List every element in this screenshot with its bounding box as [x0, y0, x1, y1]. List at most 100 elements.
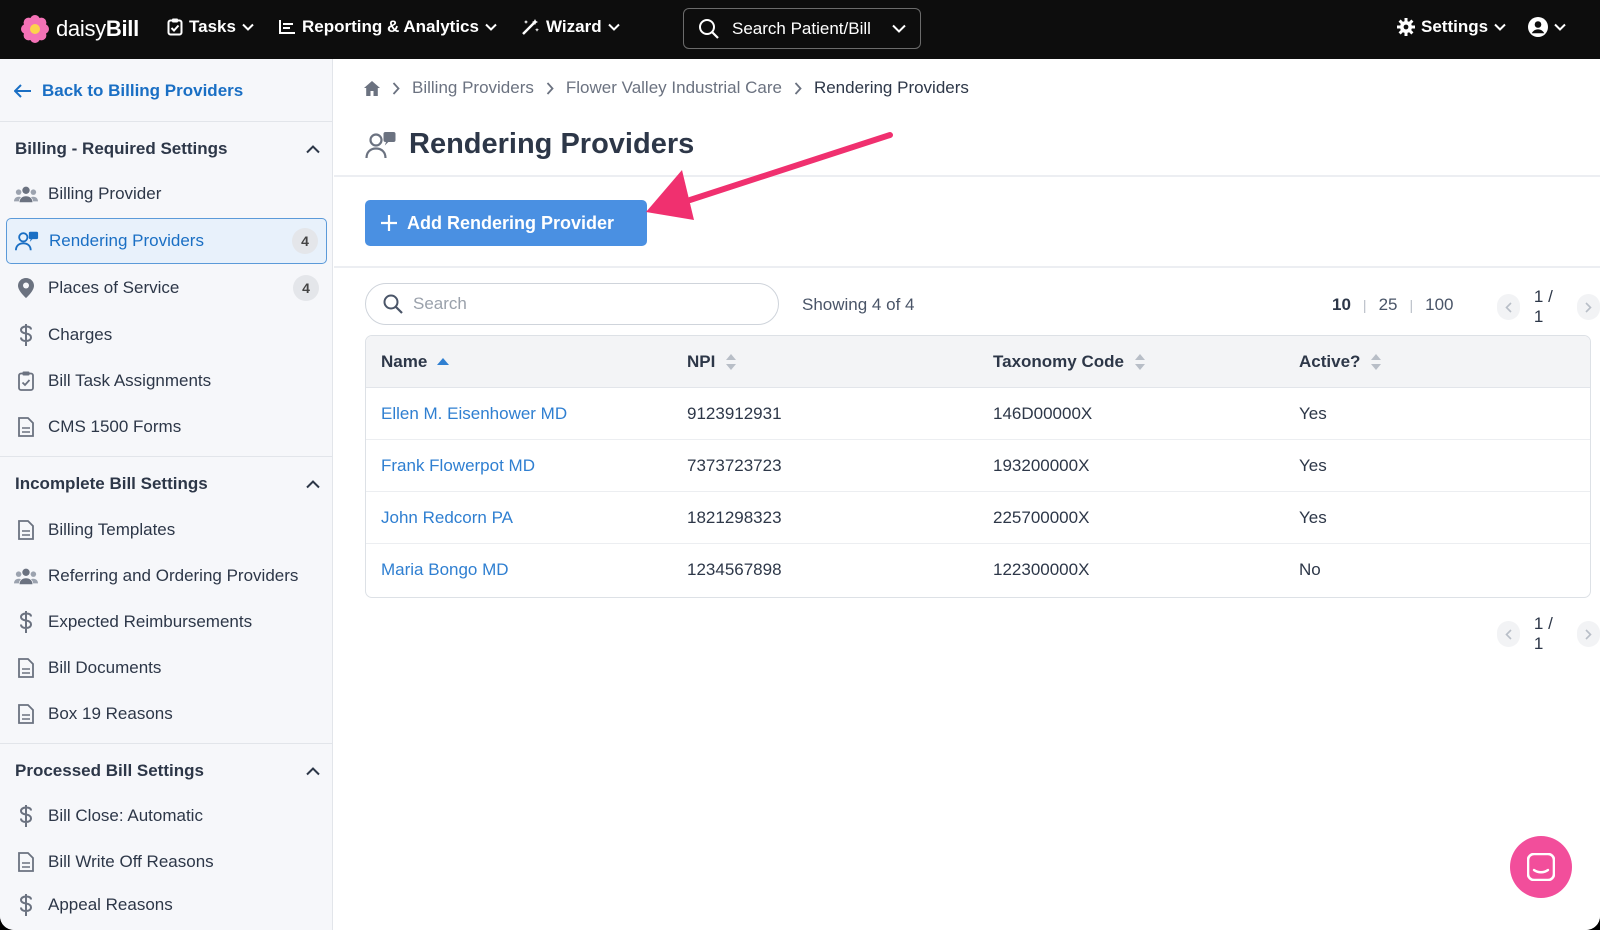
plus-icon [381, 215, 397, 231]
breadcrumb-billing-providers[interactable]: Billing Providers [412, 78, 534, 98]
sidebar-item-billing-templates[interactable]: Billing Templates [6, 507, 327, 553]
nav-tasks[interactable]: Tasks [167, 17, 254, 37]
table-header: Name NPI Taxonomy Code Active? [366, 336, 1590, 388]
active-cell: No [1299, 560, 1321, 579]
sidebar-divider [0, 121, 332, 122]
active-cell: Yes [1299, 507, 1327, 527]
count-badge: 4 [292, 228, 318, 254]
sidebar-item-charges[interactable]: Charges [6, 312, 327, 358]
search-input[interactable] [413, 294, 753, 314]
dollar-icon [14, 805, 38, 827]
back-link-label: Back to Billing Providers [42, 81, 244, 100]
document-icon [14, 704, 38, 724]
table-row: John Redcorn PA 1821298323 225700000X Ye… [366, 492, 1590, 544]
pagination-top: 1 / 1 [1497, 287, 1600, 327]
chevron-left-icon [1505, 628, 1512, 640]
user-menu[interactable] [1528, 17, 1566, 37]
add-rendering-provider-button[interactable]: Add Rendering Provider [365, 200, 647, 246]
document-icon [14, 520, 38, 540]
report-icon [279, 20, 295, 34]
toolbar-divider [334, 266, 1600, 268]
sidebar-item-expected-reimbursements[interactable]: Expected Reimbursements [6, 599, 327, 645]
column-label: NPI [687, 351, 716, 371]
chevron-right-icon [1585, 301, 1592, 313]
nav-wizard-label: Wizard [546, 17, 602, 36]
taxonomy-cell: 225700000X [993, 507, 1090, 527]
page-title: Rendering Providers [409, 128, 695, 160]
sidebar-item-bill-documents[interactable]: Bill Documents [6, 645, 327, 691]
sidebar-item-bill-close-automatic[interactable]: Bill Close: Automatic [6, 793, 327, 839]
document-icon [14, 658, 38, 678]
sidebar-item-label: Rendering Providers [49, 231, 204, 250]
showing-count: Showing 4 of 4 [802, 295, 915, 314]
chevron-right-icon [1585, 628, 1592, 640]
provider-name-link[interactable]: Frank Flowerpot MD [381, 456, 535, 475]
section-title: Incomplete Bill Settings [15, 474, 208, 493]
arrow-left-icon [14, 84, 31, 98]
page-indicator: 1 / 1 [1533, 614, 1553, 653]
provider-name-link[interactable]: Maria Bongo MD [381, 560, 509, 579]
section-processed-bill[interactable]: Processed Bill Settings [15, 761, 320, 781]
users-icon [14, 566, 38, 586]
breadcrumb-flower-valley[interactable]: Flower Valley Industrial Care [566, 78, 782, 98]
document-icon [14, 852, 38, 872]
provider-name-link[interactable]: Ellen M. Eisenhower MD [381, 404, 567, 423]
column-header-name[interactable]: Name [366, 352, 672, 372]
pagination-bottom: 1 / 1 [1497, 614, 1600, 654]
sidebar-item-box-19-reasons[interactable]: Box 19 Reasons [6, 691, 327, 737]
column-header-taxonomy-code[interactable]: Taxonomy Code [978, 352, 1284, 372]
sidebar-item-label: Charges [48, 325, 113, 344]
sidebar-item-referring-ordering-providers[interactable]: Referring and Ordering Providers [6, 553, 327, 599]
chevron-down-icon [607, 23, 620, 31]
sidebar-item-places-of-service[interactable]: Places of Service 4 [6, 265, 327, 311]
patient-bill-search[interactable]: Search Patient/Bill [683, 8, 921, 49]
page-size-10[interactable]: 10 [1332, 295, 1351, 315]
count-badge: 4 [293, 275, 319, 301]
sidebar-item-label: Box 19 Reasons [48, 704, 173, 723]
npi-cell: 1234567898 [687, 560, 782, 579]
chat-launcher-button[interactable] [1510, 836, 1572, 898]
column-label: Name [381, 351, 428, 371]
page-size-100[interactable]: 100 [1425, 295, 1453, 315]
column-label: Active? [1299, 351, 1361, 371]
sidebar-item-cms-1500-forms[interactable]: CMS 1500 Forms [6, 404, 327, 450]
clipboard-check-icon [14, 371, 38, 391]
nav-settings[interactable]: Settings [1397, 17, 1506, 37]
section-title: Billing - Required Settings [15, 139, 228, 158]
magic-wand-icon [522, 19, 539, 35]
provider-name-link[interactable]: John Redcorn PA [381, 508, 513, 527]
next-page-button[interactable] [1577, 621, 1600, 647]
home-icon[interactable] [364, 80, 380, 96]
breadcrumb: Billing Providers Flower Valley Industri… [364, 78, 969, 98]
back-to-billing-providers-link[interactable]: Back to Billing Providers [14, 81, 243, 101]
sidebar-item-bill-task-assignments[interactable]: Bill Task Assignments [6, 358, 327, 404]
dollar-icon [14, 324, 38, 346]
nav-tasks-label: Tasks [189, 17, 236, 36]
sidebar-divider [0, 743, 332, 744]
sidebar-item-bill-write-off-reasons[interactable]: Bill Write Off Reasons [6, 839, 327, 885]
sidebar-item-rendering-providers[interactable]: Rendering Providers 4 [6, 218, 327, 264]
page-size-25[interactable]: 25 [1379, 295, 1398, 315]
sidebar-item-appeal-reasons[interactable]: Appeal Reasons [6, 882, 327, 928]
prev-page-button[interactable] [1497, 621, 1520, 647]
provider-icon [365, 131, 396, 158]
next-page-button[interactable] [1577, 294, 1600, 320]
sidebar-item-label: Bill Close: Automatic [48, 806, 203, 825]
section-billing-required[interactable]: Billing - Required Settings [15, 139, 320, 159]
nav-reporting[interactable]: Reporting & Analytics [278, 17, 497, 37]
prev-page-button[interactable] [1497, 294, 1520, 320]
document-icon [14, 417, 38, 437]
sidebar-item-billing-provider[interactable]: Billing Provider [6, 171, 327, 217]
nav-wizard[interactable]: Wizard [521, 17, 620, 37]
app-window: daisyBill Tasks Reporting & Analytics Wi… [0, 0, 1600, 930]
patient-bill-search-label: Search Patient/Bill [732, 18, 871, 38]
active-cell: Yes [1299, 403, 1327, 423]
chevron-right-icon [392, 81, 400, 95]
daisybill-logo[interactable]: daisyBill [20, 14, 139, 44]
column-header-active[interactable]: Active? [1284, 352, 1590, 372]
section-incomplete-bill[interactable]: Incomplete Bill Settings [15, 474, 320, 494]
column-header-npi[interactable]: NPI [672, 352, 978, 372]
chevron-right-icon [794, 81, 802, 95]
separator: | [1362, 297, 1367, 313]
sidebar-item-label: CMS 1500 Forms [48, 417, 182, 436]
